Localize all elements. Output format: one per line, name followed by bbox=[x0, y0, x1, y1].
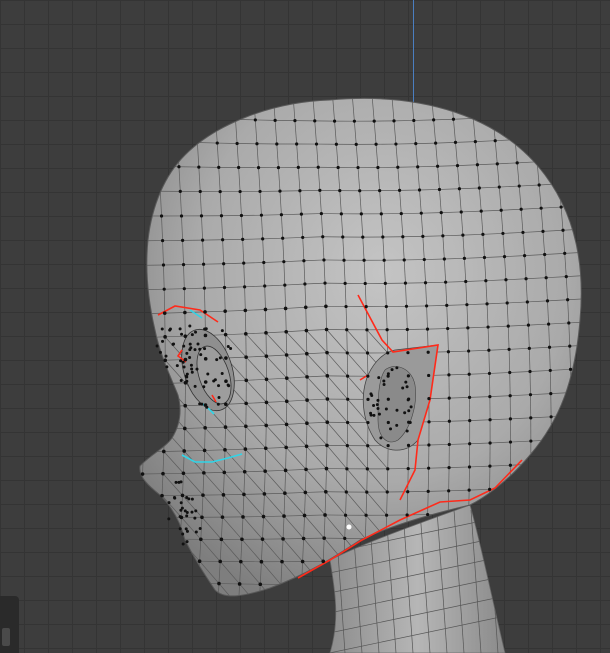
active-vertex[interactable] bbox=[346, 524, 352, 530]
3d-viewport[interactable] bbox=[0, 0, 610, 653]
panel-handle[interactable] bbox=[2, 628, 10, 646]
side-panel-tab[interactable] bbox=[0, 596, 19, 653]
